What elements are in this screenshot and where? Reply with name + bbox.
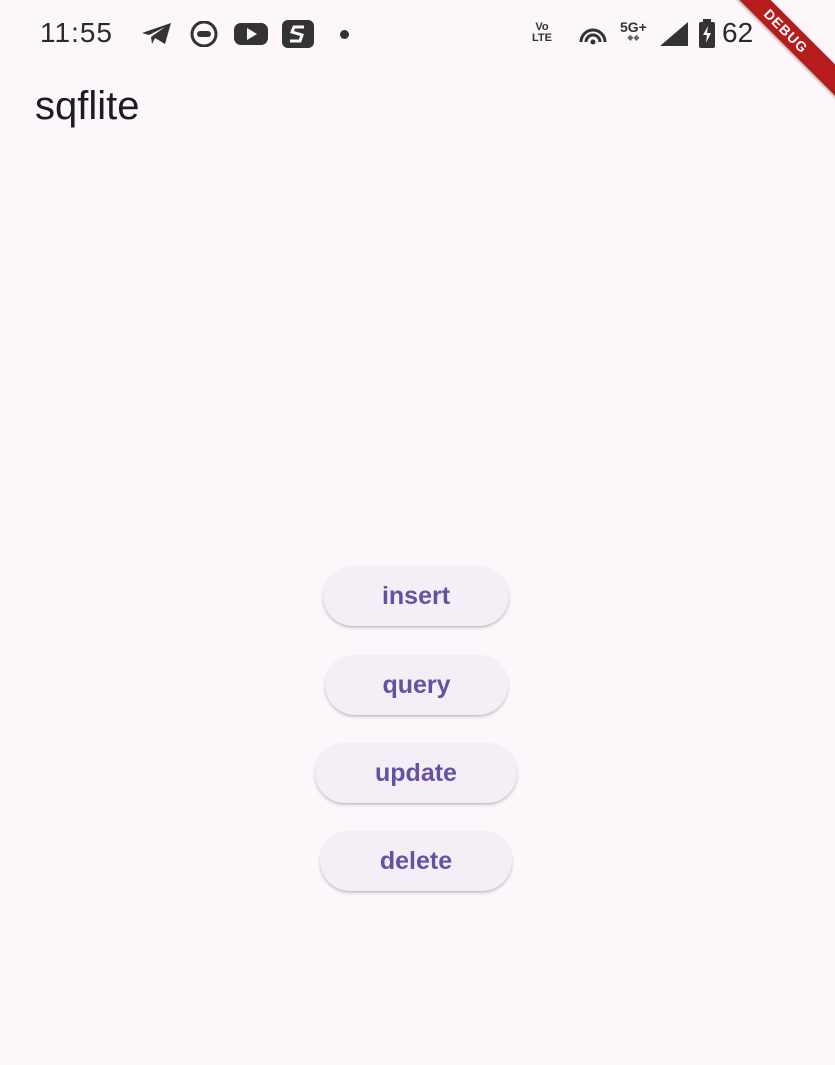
app-bar-title: sqflite [35, 84, 140, 128]
delete-button[interactable]: delete [320, 831, 512, 891]
notification-dot [340, 30, 349, 39]
status-time: 11:55 [40, 17, 113, 48]
volte-indicator: Vo LTE [532, 21, 552, 44]
youtube-icon [234, 23, 268, 45]
battery-icon [699, 19, 715, 48]
hotspot-icon [579, 28, 607, 45]
status-bar: 11:55 Vo LTE 5G+ ◆◆ 62 [0, 0, 835, 68]
network-type: 5G+ ◆◆ [620, 19, 647, 42]
app-s-icon [282, 20, 314, 48]
bot-icon [190, 21, 218, 47]
signal-icon [660, 22, 688, 46]
telegram-icon [142, 23, 171, 44]
query-button[interactable]: query [325, 655, 508, 715]
insert-button[interactable]: insert [323, 566, 509, 626]
battery-level: 62 [722, 17, 754, 48]
update-button[interactable]: update [315, 743, 517, 803]
